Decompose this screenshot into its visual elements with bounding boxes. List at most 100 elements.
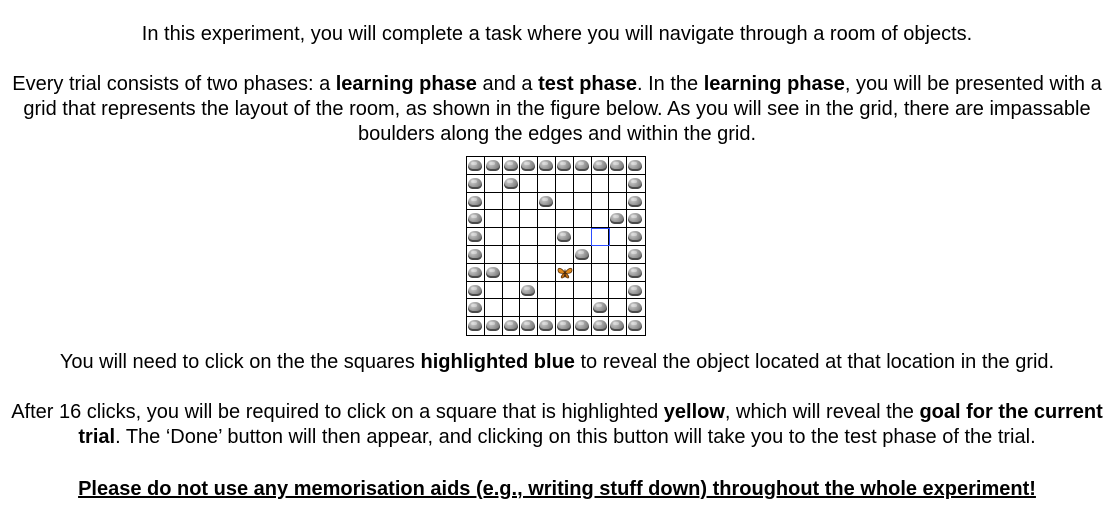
grid-cell	[627, 317, 645, 335]
grid-cell	[484, 263, 503, 282]
grid-cell	[627, 174, 645, 193]
grid-cell	[538, 281, 556, 300]
grid-cell	[627, 263, 645, 282]
phases-text-2: and a	[476, 73, 539, 95]
grid-cell	[591, 263, 610, 282]
grid-cell	[627, 157, 645, 175]
grid-cell	[573, 317, 592, 335]
goal-text-1: After 16 clicks, you will be required to…	[11, 401, 664, 423]
boulder-icon	[485, 266, 500, 278]
boulder-icon	[628, 266, 643, 278]
boulder-icon	[628, 177, 643, 189]
grid-cell	[573, 263, 592, 282]
grid-cell	[467, 263, 485, 282]
grid-cell	[627, 246, 645, 264]
grid-cell	[502, 263, 521, 282]
boulder-icon	[503, 177, 518, 189]
goal-text-2: , which will reveal the	[724, 401, 920, 423]
grid-cell	[484, 299, 503, 318]
grid-cell	[609, 299, 628, 318]
grid-cell	[467, 281, 485, 300]
grid-cell	[502, 281, 521, 300]
grid-cell	[520, 210, 539, 229]
grid-cell	[502, 192, 521, 211]
grid-cell	[609, 281, 628, 300]
grid-cell	[467, 192, 485, 211]
grid-cell	[520, 281, 539, 300]
highlighted-blue-square[interactable]	[591, 227, 610, 247]
grid-cell	[520, 246, 539, 264]
boulder-icon	[628, 231, 643, 243]
boulder-icon	[468, 249, 482, 260]
boulder-icon	[557, 231, 571, 243]
grid-cell	[556, 228, 574, 246]
grid-cell	[609, 210, 628, 229]
click-text-1: You will need to click on the the square…	[59, 351, 421, 373]
boulder-icon	[468, 195, 482, 207]
click-text-2: to reveal the object located at that loc…	[574, 351, 1055, 373]
grid-cell	[484, 210, 503, 229]
learning-phase-bold: learning phase	[335, 73, 477, 95]
grid-cell	[467, 210, 485, 229]
example-grid-figure	[466, 156, 646, 336]
grid-cell	[502, 174, 521, 193]
click-instructions: You will need to click on the the square…	[0, 350, 1114, 375]
boulder-icon	[468, 160, 482, 171]
grid-cell	[591, 317, 610, 335]
grid-cell	[484, 228, 503, 246]
grid-cell	[502, 317, 521, 335]
grid-cell	[538, 210, 556, 229]
boulder-icon	[610, 320, 625, 332]
test-phase-bold: test phase	[538, 73, 638, 95]
grid-cell	[484, 317, 503, 335]
grid-cell	[627, 281, 645, 300]
grid-cell	[467, 228, 485, 246]
boulder-icon	[628, 249, 643, 260]
grid-cell	[609, 246, 628, 264]
grid-cell	[467, 299, 485, 318]
yellow-bold: yellow	[663, 401, 725, 423]
boulder-icon	[468, 320, 482, 332]
phases-text-3: . In the	[637, 73, 704, 95]
boulder-icon	[521, 160, 536, 171]
grid-cell	[609, 157, 628, 175]
grid-cell	[484, 192, 503, 211]
boulder-icon	[539, 160, 554, 171]
boulder-icon	[628, 302, 643, 314]
grid-cell	[502, 246, 521, 264]
grid-cell	[520, 228, 539, 246]
grid-cell	[573, 157, 592, 175]
butterfly-icon	[556, 264, 574, 282]
boulder-icon	[539, 320, 554, 332]
grid-cell	[591, 210, 610, 229]
grid-cell	[627, 210, 645, 229]
grid-cell	[573, 228, 592, 246]
goal-instructions: After 16 clicks, you will be required to…	[0, 400, 1114, 450]
grid-cell	[484, 174, 503, 193]
boulder-icon	[539, 195, 554, 207]
boulder-icon	[574, 249, 589, 260]
boulder-icon	[592, 160, 607, 171]
grid-cell	[573, 246, 592, 264]
grid-cell	[591, 157, 610, 175]
grid-cell	[609, 174, 628, 193]
grid-cell	[591, 246, 610, 264]
grid-cell	[573, 210, 592, 229]
grid-cell	[591, 281, 610, 300]
intro-text: In this experiment, you will complete a …	[141, 23, 973, 45]
grid-cell	[467, 246, 485, 264]
grid-cell	[467, 174, 485, 193]
boulder-icon	[557, 320, 571, 332]
grid-cell	[484, 281, 503, 300]
grid-cell	[538, 246, 556, 264]
boulder-icon	[628, 284, 643, 296]
grid-cell	[627, 192, 645, 211]
boulder-icon	[468, 177, 482, 189]
grid-cell	[502, 157, 521, 175]
grid-cell	[520, 299, 539, 318]
boulder-icon	[468, 284, 482, 296]
grid-cell	[609, 228, 628, 246]
grid-cell	[520, 263, 539, 282]
grid-cell	[538, 317, 556, 335]
goal-text-3: . The ‘Done’ button will then appear, an…	[115, 426, 1036, 448]
